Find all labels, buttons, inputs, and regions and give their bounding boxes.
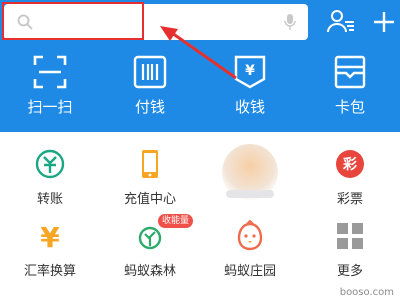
quick-action-label: 扫一扫 — [27, 98, 73, 116]
blurred-label — [226, 190, 274, 198]
scan-icon — [33, 55, 67, 89]
svg-text:彩: 彩 — [342, 156, 357, 173]
card-wallet-icon — [334, 55, 366, 89]
search-icon — [17, 14, 33, 30]
contacts-icon[interactable] — [326, 8, 356, 36]
service-exchange-rate[interactable]: ¥ 汇率换算 — [0, 212, 100, 292]
service-label: 充值中心 — [123, 192, 176, 207]
service-label: 蚂蚁森林 — [123, 264, 176, 279]
service-lottery[interactable]: 彩 彩票 — [300, 140, 400, 220]
quick-action-label: 卡包 — [334, 98, 365, 116]
collect-energy-badge: 收能量 — [158, 214, 194, 228]
service-ant-farm[interactable]: 蚂蚁庄园 — [200, 212, 300, 292]
service-phone-topup[interactable]: 充值中心 — [100, 140, 200, 220]
ant-farm-icon — [237, 220, 263, 251]
transfer-icon — [35, 149, 65, 179]
barcode-icon — [133, 55, 167, 89]
quick-action-label: 付钱 — [134, 98, 165, 116]
watermark: booso.com — [339, 287, 394, 298]
phone-topup-icon — [142, 150, 158, 178]
service-label: 转账 — [36, 192, 63, 207]
microphone-icon[interactable] — [284, 13, 296, 31]
service-label: 彩票 — [336, 192, 363, 207]
service-ant-forest[interactable]: 收能量 蚂蚁森林 — [100, 212, 200, 292]
svg-text:¥: ¥ — [245, 63, 255, 79]
quick-action-scan[interactable]: 扫一扫 — [0, 54, 100, 124]
svg-text:¥: ¥ — [40, 221, 60, 252]
service-more[interactable]: 更多 — [300, 212, 400, 292]
quick-action-pay[interactable]: 付钱 — [100, 54, 200, 124]
service-transfer[interactable]: 转账 — [0, 140, 100, 220]
quick-action-receive[interactable]: ¥ 收钱 — [200, 54, 300, 124]
receive-money-icon: ¥ — [234, 55, 266, 89]
more-grid-icon — [337, 223, 363, 249]
header-bar: 扫一扫 付钱 ¥ 收钱 卡包 — [0, 0, 400, 132]
search-bar[interactable] — [4, 4, 308, 40]
exchange-rate-icon: ¥ — [40, 221, 60, 252]
service-blurred[interactable] — [200, 140, 300, 220]
plus-icon[interactable] — [372, 8, 396, 36]
lottery-icon: 彩 — [336, 150, 364, 178]
quick-action-card-wallet[interactable]: 卡包 — [300, 54, 400, 124]
service-label: 汇率换算 — [23, 264, 76, 279]
service-label: 蚂蚁庄园 — [223, 264, 276, 279]
search-input[interactable] — [38, 12, 282, 34]
service-label: 更多 — [336, 264, 363, 279]
quick-action-label: 收钱 — [234, 98, 265, 116]
